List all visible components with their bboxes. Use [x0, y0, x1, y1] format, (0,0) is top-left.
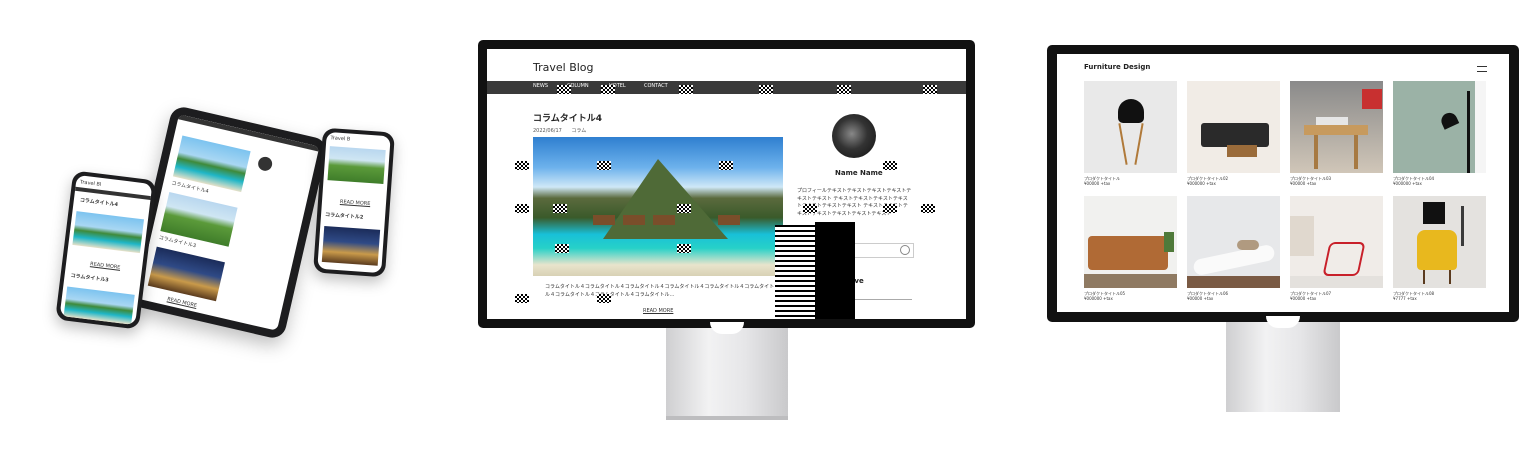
profile-text: プロフィールテキストテキストテキストテキストテキストテキスト テキストテキストテ… — [797, 188, 912, 217]
glitch-checker — [601, 85, 615, 94]
overwater-hut — [593, 215, 615, 225]
glitch-checker — [515, 294, 529, 303]
glitch-checker — [837, 85, 851, 94]
product-card[interactable]: プロダクトタイトル07 ¥00000 +tax — [1290, 196, 1383, 301]
product-price: ¥000000 +tax — [1187, 181, 1216, 186]
glitch-checker — [677, 244, 691, 253]
product-photo-yellow-chair[interactable] — [1393, 196, 1486, 288]
product-photo-table[interactable] — [1290, 81, 1383, 173]
product-card[interactable]: プロダクトタイトル06 ¥00000 +tax — [1187, 196, 1280, 301]
phone-left-screen: Travel Bl コラムタイトル4 READ MORE コラムタイトル3 — [59, 174, 153, 326]
phone-left-read-more[interactable]: READ MORE — [90, 261, 121, 271]
glitch-checker — [515, 161, 529, 170]
search-input[interactable] — [847, 243, 914, 258]
right-monitor: Furniture Design プロダクトタイトル ¥00000 +tax プ… — [1047, 45, 1519, 322]
profile-avatar — [832, 114, 876, 158]
glitch-checker — [883, 161, 897, 170]
glitch-checker — [677, 204, 691, 213]
phone-left-site-title: Travel Bl — [79, 179, 102, 188]
search-icon[interactable] — [900, 245, 910, 255]
post-meta: 2022/06/17 コラム — [533, 127, 586, 134]
product-card[interactable]: プロダクトタイトル02 ¥000000 +tax — [1187, 81, 1280, 186]
product-price: ¥000000 +tax — [1393, 181, 1422, 186]
profile-name: Name Name — [835, 169, 883, 177]
glitch-checker — [553, 204, 567, 213]
stand-cutout — [710, 322, 744, 334]
glitch-checker — [923, 85, 937, 94]
glitch-checker — [597, 161, 611, 170]
product-price: ¥7777 +tax — [1393, 296, 1417, 301]
product-photo-chair[interactable] — [1084, 81, 1177, 173]
glitch-checker — [803, 204, 817, 213]
tablet-mockup: コラムタイトル4 コラムタイトル3 READ MORE — [126, 104, 330, 341]
glitch-checker — [719, 161, 733, 170]
glitch-checker — [555, 244, 569, 253]
product-photo-red-chair[interactable] — [1290, 196, 1383, 288]
phone-right-post-image-2 — [321, 225, 381, 266]
phone-right-mockup: Travel B READ MORE コラムタイトル2 — [313, 127, 395, 278]
product-price: ¥00000 +tax — [1187, 296, 1214, 301]
phone-right-site-title: Travel B — [330, 135, 351, 143]
phone-left-post-image — [72, 211, 145, 254]
tablet-read-more[interactable]: READ MORE — [166, 296, 197, 309]
glitch-checker — [679, 85, 693, 94]
glitch-checker — [515, 204, 529, 213]
center-monitor-stand — [666, 322, 788, 420]
stand-cutout — [1266, 316, 1300, 328]
post-title[interactable]: コラムタイトル4 — [533, 111, 602, 124]
product-photo-lounger[interactable] — [1187, 196, 1280, 288]
tablet-screen: コラムタイトル4 コラムタイトル3 READ MORE — [136, 114, 320, 331]
product-card[interactable]: プロダクトタイトル ¥00000 +tax — [1084, 81, 1177, 186]
product-price: ¥00000 +tax — [1290, 181, 1317, 186]
product-card[interactable]: プロダクトタイトル05 ¥000000 +tax — [1084, 196, 1177, 301]
furniture-screen: Furniture Design プロダクトタイトル ¥00000 +tax プ… — [1057, 54, 1509, 312]
glitch-checker — [597, 294, 611, 303]
read-more-link[interactable]: READ MORE — [643, 308, 673, 314]
post-date: 2022/06/17 — [533, 128, 562, 134]
glitch-checker — [921, 204, 935, 213]
overwater-hut — [623, 215, 645, 225]
site-title[interactable]: Travel Blog — [533, 61, 594, 74]
post-image[interactable] — [533, 137, 783, 276]
product-price: ¥00000 +tax — [1290, 296, 1317, 301]
overwater-hut — [718, 215, 740, 225]
phone-right-read-more[interactable]: READ MORE — [340, 199, 371, 207]
product-photo-sofa-dark[interactable] — [1187, 81, 1280, 173]
phone-right-post-title: コラムタイトル2 — [324, 212, 364, 221]
nav-item-contact[interactable]: CONTACT — [644, 83, 668, 89]
right-monitor-stand — [1226, 316, 1340, 412]
glitch-checker — [557, 85, 571, 94]
nav-item-news[interactable]: NEWS — [533, 83, 548, 89]
furniture-site-title[interactable]: Furniture Design — [1084, 63, 1150, 71]
product-card[interactable]: プロダクトタイトル08 ¥7777 +tax — [1393, 196, 1486, 301]
phone-left-post-title-2: コラムタイトル3 — [70, 272, 110, 284]
hamburger-menu-icon[interactable] — [1477, 66, 1487, 72]
glitch-block — [815, 222, 855, 319]
glitch-checker — [883, 204, 897, 213]
overwater-hut — [653, 215, 675, 225]
tablet-avatar — [256, 155, 274, 173]
product-photo-sofa-brown[interactable] — [1084, 196, 1177, 288]
phone-right-post-image — [327, 146, 386, 185]
glitch-checker — [759, 85, 773, 94]
tablet-post-image-3 — [147, 246, 225, 302]
mountain-shape — [603, 159, 728, 239]
phone-left-post-title: コラムタイトル4 — [79, 197, 119, 209]
stand-base — [666, 416, 788, 420]
phone-right-screen: Travel B READ MORE コラムタイトル2 — [317, 131, 391, 274]
product-photo-lamp[interactable] — [1393, 81, 1486, 173]
post-excerpt: コラムタイトル４コラムタイトル４コラムタイトル４コラムタイトル４コラムタイトル４… — [545, 284, 775, 298]
travel-blog-screen: Travel Blog NEWS COLUMN HOTEL CONTACT コラ… — [487, 49, 966, 319]
product-price: ¥000000 +tax — [1084, 296, 1113, 301]
glitch-stripes — [775, 225, 815, 319]
center-monitor: Travel Blog NEWS COLUMN HOTEL CONTACT コラ… — [478, 40, 975, 328]
product-card[interactable]: プロダクトタイトル03 ¥00000 +tax — [1290, 81, 1383, 186]
product-card[interactable]: プロダクトタイトル04 ¥000000 +tax — [1393, 81, 1486, 186]
post-category[interactable]: コラム — [571, 128, 586, 134]
product-price: ¥00000 +tax — [1084, 181, 1111, 186]
phone-left-post-image-2 — [63, 286, 135, 325]
